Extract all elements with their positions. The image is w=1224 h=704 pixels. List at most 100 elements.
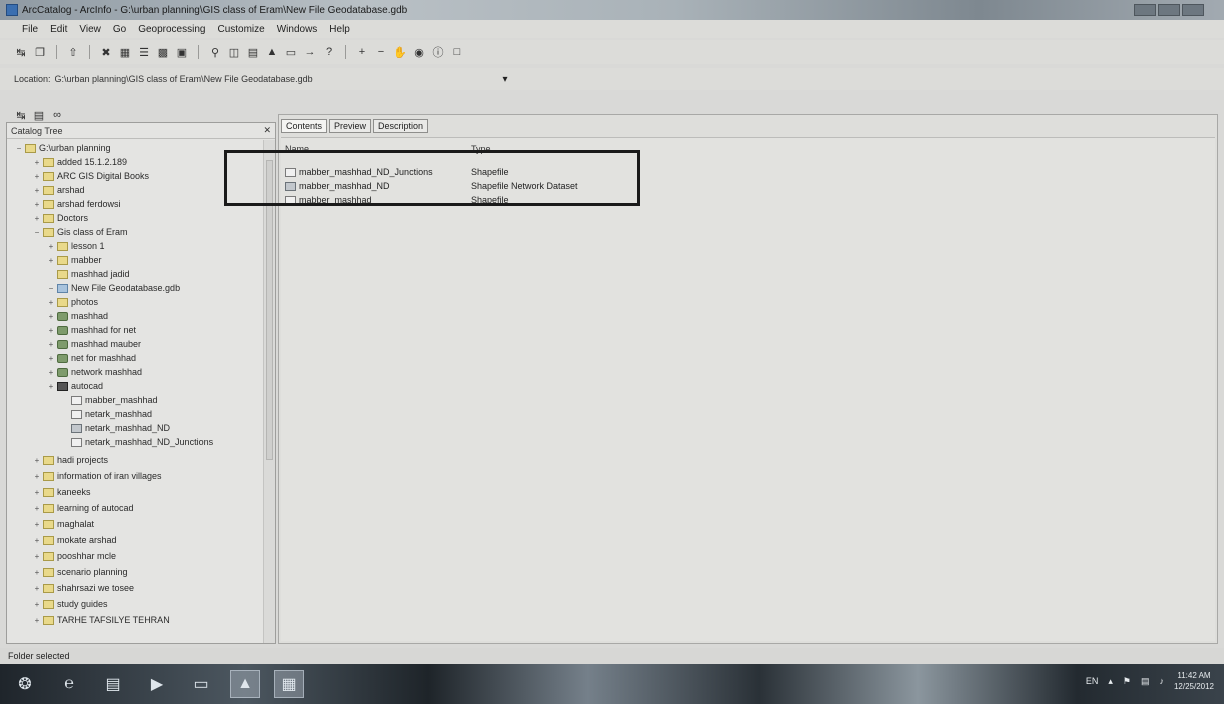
tree-item[interactable]: + mashhad for net (47, 324, 136, 336)
media-player-icon[interactable]: ▶ (142, 670, 172, 698)
language-indicator[interactable]: EN (1086, 676, 1099, 686)
tree-scrollbar[interactable] (263, 140, 275, 643)
app-window-icon[interactable]: ▭ (186, 670, 216, 698)
menu-go[interactable]: Go (113, 24, 126, 35)
menu-help[interactable]: Help (329, 24, 350, 35)
tree-item[interactable]: + arshad ferdowsi (33, 198, 121, 210)
tree-item[interactable]: + maghalat (33, 518, 94, 530)
tree-item[interactable]: + shahrsazi we tosee (33, 582, 134, 594)
tree-expander[interactable]: + (47, 382, 55, 391)
identify-icon[interactable]: ⓘ (431, 45, 445, 59)
tree-item[interactable]: + mashhad (47, 310, 108, 322)
tree-item[interactable]: + photos (47, 296, 98, 308)
tree-item[interactable]: + kaneeks (33, 486, 91, 498)
tree-item[interactable]: + net for mashhad (47, 352, 136, 364)
internet-explorer-icon[interactable]: ℮ (54, 670, 84, 698)
tree-item[interactable]: netark_mashhad_ND (61, 422, 170, 434)
thumbnails-icon[interactable]: ▣ (175, 45, 189, 59)
maximize-button[interactable] (1158, 4, 1180, 16)
list-icon[interactable]: ☰ (137, 45, 151, 59)
tree-expander[interactable]: + (33, 504, 41, 513)
tree-expander[interactable]: + (33, 552, 41, 561)
tree-item[interactable]: + Doctors (33, 212, 88, 224)
details-icon[interactable]: ▩ (156, 45, 170, 59)
pan-icon[interactable]: ✋ (393, 45, 407, 59)
tree-expander[interactable]: − (47, 284, 55, 293)
tab-description[interactable]: Description (373, 119, 429, 133)
tree-expander[interactable]: + (33, 472, 41, 481)
copy-icon[interactable]: ❐ (33, 45, 47, 59)
tree-item[interactable]: + hadi projects (33, 454, 108, 466)
tree-expander[interactable]: + (47, 340, 55, 349)
tree-item[interactable]: netark_mashhad_ND_Junctions (61, 436, 213, 448)
zoom-in-icon[interactable]: + (355, 45, 369, 59)
tab-preview[interactable]: Preview (329, 119, 372, 133)
flag-icon[interactable]: ⚑ (1123, 676, 1131, 687)
tree-item[interactable]: + learning of autocad (33, 502, 134, 514)
tree-item[interactable]: + information of iran villages (33, 470, 162, 482)
tree-item[interactable]: − Gis class of Eram (33, 226, 128, 238)
zoom-out-icon[interactable]: − (374, 45, 388, 59)
tree-item[interactable]: + study guides (33, 598, 108, 610)
full-extent-icon[interactable]: ◉ (412, 45, 426, 59)
tree-item[interactable]: + lesson 1 (47, 240, 105, 252)
tree-expander[interactable]: + (47, 354, 55, 363)
file-explorer-icon[interactable]: ▤ (98, 670, 128, 698)
tree-item[interactable]: + autocad (47, 380, 103, 392)
menu-view[interactable]: View (79, 24, 101, 35)
delete-icon[interactable]: ✖ (99, 45, 113, 59)
menu-customize[interactable]: Customize (217, 24, 264, 35)
tree-item[interactable]: + arshad (33, 184, 85, 196)
tree-expander[interactable]: + (33, 186, 41, 195)
document-taskbar-icon[interactable]: ▦ (274, 670, 304, 698)
tree-expander[interactable]: + (33, 568, 41, 577)
tree-expander[interactable]: + (33, 214, 41, 223)
chevron-down-icon[interactable]: ▾ (503, 74, 508, 85)
toggle-contents-icon[interactable]: ▤ (32, 108, 46, 122)
whats-this-icon[interactable]: ? (322, 45, 336, 59)
arctoolbox-icon[interactable]: ◫ (227, 45, 241, 59)
tab-contents[interactable]: Contents (281, 119, 328, 133)
up-one-level-icon[interactable]: ⇧ (66, 45, 80, 59)
tree-item[interactable]: + pooshhar mcle (33, 550, 116, 562)
link-icon[interactable]: ∞ (50, 108, 64, 122)
tree-item[interactable]: − G:\urban planning (15, 142, 111, 154)
tree-expander[interactable]: + (33, 158, 41, 167)
menu-geoprocessing[interactable]: Geoprocessing (138, 24, 205, 35)
tree-expander[interactable]: + (33, 456, 41, 465)
tree-item[interactable]: netark_mashhad (61, 408, 152, 420)
large-icons-icon[interactable]: ▦ (118, 45, 132, 59)
search-icon[interactable]: ⚲ (208, 45, 222, 59)
connect-to-folder-icon[interactable]: ↹ (14, 108, 28, 122)
menu-edit[interactable]: Edit (50, 24, 67, 35)
tree-expander[interactable]: − (33, 228, 41, 237)
tree-item[interactable]: + ARC GIS Digital Books (33, 170, 149, 182)
location-input[interactable] (54, 72, 495, 86)
tree-expander[interactable]: + (33, 520, 41, 529)
tree-item[interactable]: + mashhad mauber (47, 338, 141, 350)
minimize-button[interactable] (1134, 4, 1156, 16)
arcmap-icon[interactable]: ▲ (265, 45, 279, 59)
catalog-window-icon[interactable]: ▤ (246, 45, 260, 59)
tree-expander[interactable]: + (47, 242, 55, 251)
start-button-icon[interactable]: ❂ (10, 670, 40, 698)
tree-item[interactable]: + network mashhad (47, 366, 142, 378)
tree-expander[interactable]: + (33, 488, 41, 497)
create-thumbnail-icon[interactable]: □ (450, 45, 464, 59)
tree-expander[interactable]: + (33, 584, 41, 593)
tree-item[interactable]: + added 15.1.2.189 (33, 156, 127, 168)
tree-item[interactable]: mabber_mashhad (61, 394, 158, 406)
tree-expander[interactable]: + (33, 616, 41, 625)
clock[interactable]: 11:42 AM 12/25/2012 (1174, 670, 1214, 692)
close-window-button[interactable] (1182, 4, 1204, 16)
model-builder-icon[interactable]: → (303, 45, 317, 59)
close-icon[interactable]: ✕ (263, 125, 271, 136)
tree-item[interactable]: mashhad jadid (47, 268, 130, 280)
tree-expander[interactable]: + (47, 312, 55, 321)
tree-expander[interactable]: − (15, 144, 23, 153)
tree-expander[interactable]: + (33, 200, 41, 209)
volume-icon[interactable]: ♪ (1159, 676, 1164, 686)
tree-item[interactable]: − New File Geodatabase.gdb (47, 282, 180, 294)
tree-expander[interactable]: + (33, 600, 41, 609)
tree-expander[interactable]: + (47, 326, 55, 335)
